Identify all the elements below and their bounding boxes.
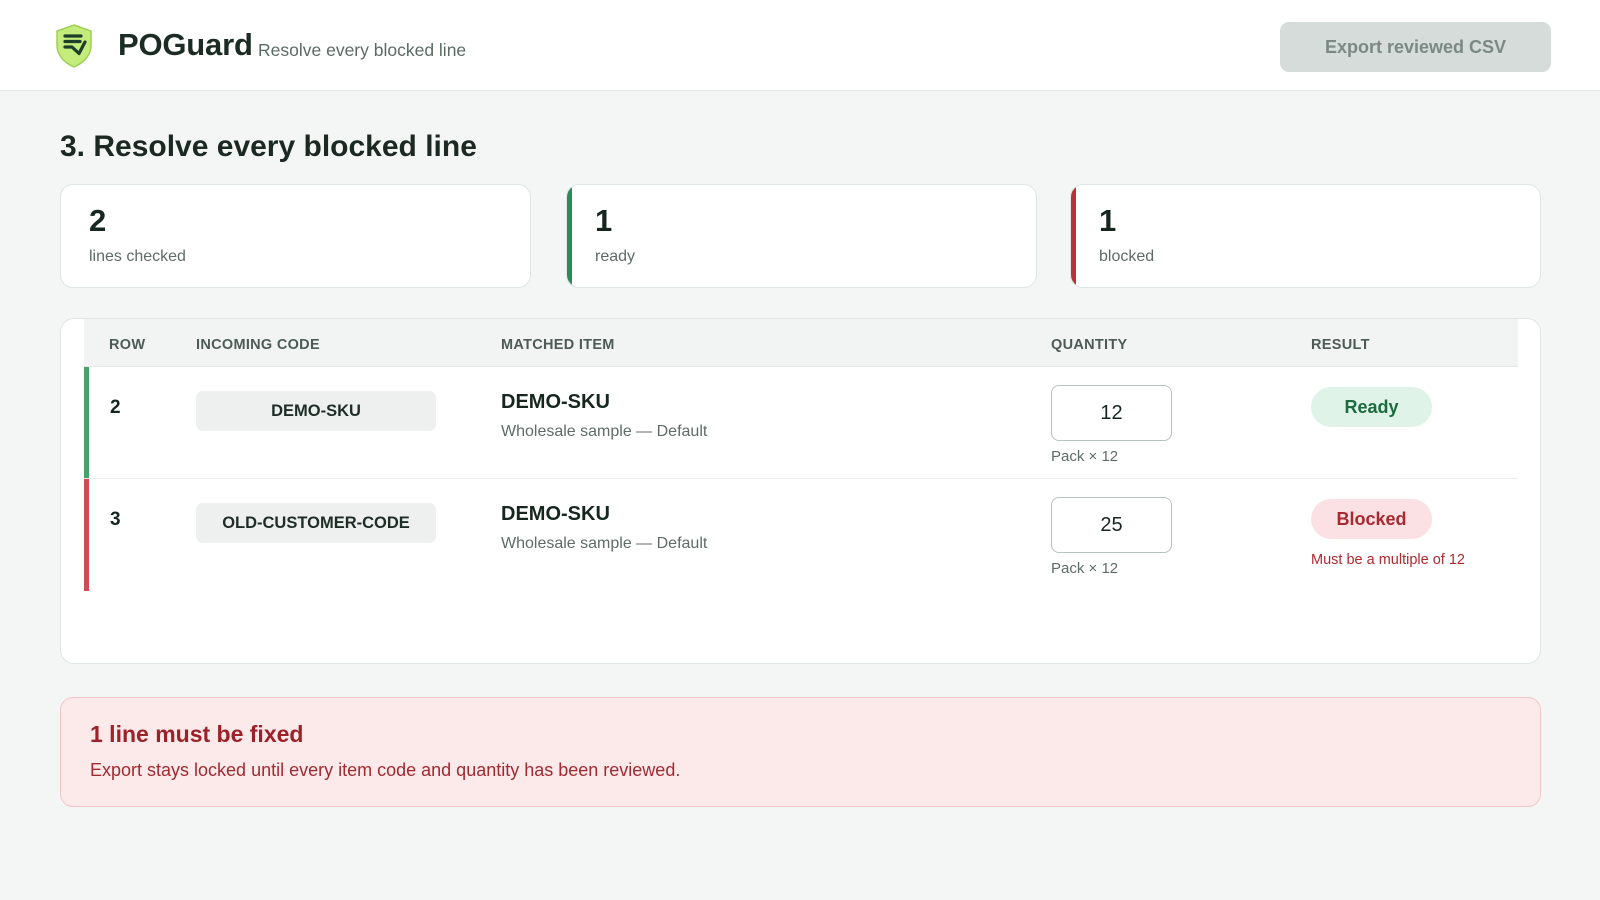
stat-card-lines-checked: 2 lines checked (60, 184, 531, 288)
stat-value: 2 (89, 203, 107, 238)
table-header: ROW INCOMING CODE MATCHED ITEM QUANTITY … (84, 319, 1518, 367)
app-subtitle: Resolve every blocked line (258, 40, 467, 60)
quantity-input[interactable] (1051, 385, 1172, 441)
status-badge: Ready (1311, 387, 1432, 427)
validation-error-message: Must be a multiple of 12 (1311, 552, 1465, 568)
incoming-code-pill: DEMO-SKU (196, 391, 436, 431)
export-csv-button[interactable]: Export reviewed CSV (1280, 22, 1551, 72)
column-header-row: ROW (109, 337, 146, 353)
column-header-matched-item: MATCHED ITEM (501, 337, 615, 353)
alert-message: Export stays locked until every item cod… (90, 760, 681, 780)
pack-size-note: Pack × 12 (1051, 448, 1119, 465)
matched-item-description: Wholesale sample — Default (501, 535, 708, 552)
app-header: POGuard Resolve every blocked line Expor… (0, 0, 1600, 91)
row-number: 3 (110, 509, 121, 530)
matched-item-name: DEMO-SKU (501, 391, 610, 413)
table-row: 2 DEMO-SKU DEMO-SKU Wholesale sample — D… (84, 367, 1518, 479)
page-title: 3. Resolve every blocked line (60, 130, 477, 163)
matched-item-description: Wholesale sample — Default (501, 423, 708, 440)
row-status-bar (84, 367, 89, 478)
stat-card-ready: 1 ready (566, 184, 1037, 288)
blocked-lines-alert: 1 line must be fixed Export stays locked… (60, 697, 1541, 807)
row-number: 2 (110, 397, 121, 418)
column-header-incoming-code: INCOMING CODE (196, 337, 320, 353)
row-status-bar (84, 479, 89, 591)
stat-label: ready (595, 248, 636, 265)
stat-label: blocked (1099, 248, 1155, 265)
shield-check-icon (56, 24, 92, 68)
app-name: POGuard (118, 27, 253, 62)
stat-card-blocked: 1 blocked (1070, 184, 1541, 288)
table-row: 3 OLD-CUSTOMER-CODE DEMO-SKU Wholesale s… (84, 479, 1518, 591)
column-header-result: RESULT (1311, 337, 1370, 353)
alert-title: 1 line must be fixed (90, 721, 304, 747)
stat-value: 1 (1099, 203, 1117, 238)
quantity-input[interactable] (1051, 497, 1172, 553)
status-badge: Blocked (1311, 499, 1432, 539)
matched-item-name: DEMO-SKU (501, 503, 610, 525)
stat-label: lines checked (89, 248, 186, 265)
lines-table: ROW INCOMING CODE MATCHED ITEM QUANTITY … (60, 318, 1541, 664)
stat-accent-bar (1071, 185, 1076, 287)
stat-value: 1 (595, 203, 613, 238)
pack-size-note: Pack × 12 (1051, 560, 1119, 577)
column-header-quantity: QUANTITY (1051, 337, 1128, 353)
incoming-code-pill: OLD-CUSTOMER-CODE (196, 503, 436, 543)
stat-accent-bar (567, 185, 572, 287)
